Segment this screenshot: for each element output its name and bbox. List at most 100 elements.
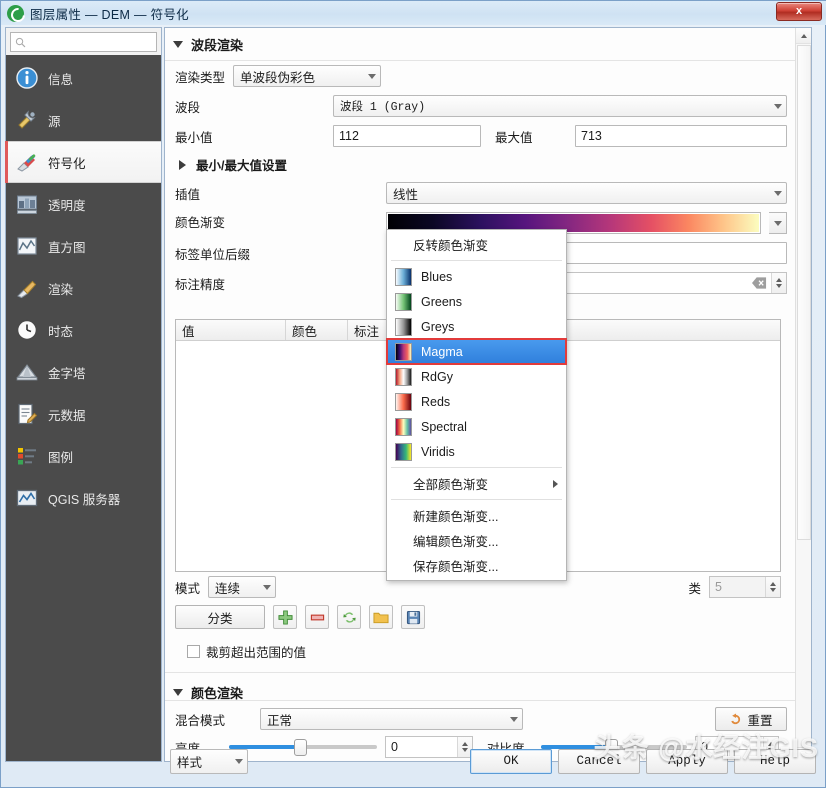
sidebar-item-temporal[interactable]: 时态	[6, 309, 161, 351]
chevron-up-icon	[770, 582, 776, 586]
menu-item-ramp-spectral[interactable]: Spectral	[387, 414, 566, 439]
style-button[interactable]: 样式	[170, 749, 248, 774]
render-type-row: 渲染类型 单波段伪彩色	[165, 61, 797, 91]
apply-button[interactable]: Apply	[646, 749, 728, 774]
classes-stepper[interactable]	[765, 577, 780, 597]
classes-label: 类	[688, 578, 701, 597]
label-precision-stepper[interactable]	[771, 273, 786, 293]
clip-out-of-range-row[interactable]: 裁剪超出范围的值	[175, 636, 316, 661]
menu-item-label: Greys	[421, 320, 454, 334]
mode-value: 连续	[215, 578, 257, 597]
scroll-up-button[interactable]	[796, 28, 812, 44]
help-button[interactable]: Help	[734, 749, 816, 774]
chevron-down-icon	[774, 191, 782, 196]
sidebar-item-pyramids[interactable]: 金字塔	[6, 351, 161, 393]
classes-value: 5	[710, 577, 765, 597]
mode-select[interactable]: 连续	[208, 576, 276, 598]
divider	[165, 700, 797, 701]
search-input[interactable]	[30, 35, 152, 49]
ok-button[interactable]: OK	[470, 749, 552, 774]
sidebar-item-transparency[interactable]: 透明度	[6, 183, 161, 225]
sidebar-item-qgis-server[interactable]: QGIS 服务器	[6, 477, 161, 519]
plus-icon	[278, 610, 293, 625]
minmax-settings-header[interactable]: 最小/最大值设置	[165, 151, 797, 178]
clear-icon[interactable]	[752, 273, 771, 293]
scrollbar-thumb[interactable]	[797, 45, 811, 540]
band-label: 波段	[175, 97, 325, 116]
render-type-select[interactable]: 单波段伪彩色	[233, 65, 381, 87]
band-rendering-group-header[interactable]: 波段渲染	[165, 28, 797, 60]
menu-item-ramp-rdgy[interactable]: RdGy	[387, 364, 566, 389]
menu-item-ramp-viridis[interactable]: Viridis	[387, 439, 566, 464]
band-select[interactable]: 波段 1 (Gray)	[333, 95, 787, 117]
save-icon	[406, 610, 421, 625]
color-rendering-group-header[interactable]: 颜色渲染	[165, 676, 797, 708]
sidebar-item-label: 源	[48, 111, 61, 130]
sidebar-item-information[interactable]: 信息	[6, 57, 161, 99]
menu-item-ramp-magma[interactable]: Magma	[387, 339, 566, 364]
menu-item-new-ramp[interactable]: 新建颜色渐变...	[387, 503, 566, 528]
menu-item-label: 保存颜色渐变...	[413, 556, 498, 575]
sidebar-item-label: 符号化	[48, 153, 86, 172]
divider	[165, 672, 797, 673]
search-box[interactable]	[10, 32, 157, 52]
chevron-down-icon	[774, 221, 782, 226]
clip-checkbox[interactable]	[187, 645, 200, 658]
sidebar-item-histogram[interactable]: 直方图	[6, 225, 161, 267]
vertical-scrollbar[interactable]	[795, 28, 811, 762]
close-icon[interactable]: x	[776, 2, 822, 21]
sidebar-item-rendering[interactable]: 渲染	[6, 267, 161, 309]
sidebar-nav: 信息 源	[6, 55, 161, 519]
menu-item-label: Spectral	[421, 420, 467, 434]
menu-item-ramp-reds[interactable]: Reds	[387, 389, 566, 414]
interpolation-select[interactable]: 线性	[386, 182, 787, 204]
divider	[391, 260, 562, 261]
min-input[interactable]: 112	[333, 125, 481, 147]
menu-item-label: Greens	[421, 295, 462, 309]
menu-item-ramp-greys[interactable]: Greys	[387, 314, 566, 339]
label-precision-label: 标注精度	[175, 274, 378, 293]
save-to-file-button[interactable]	[401, 605, 425, 629]
sidebar-item-label: 金字塔	[48, 363, 86, 382]
sidebar-item-symbology[interactable]: 符号化	[6, 141, 161, 183]
qgis-logo-icon	[7, 5, 24, 22]
color-ramp-dropdown-button[interactable]	[769, 212, 787, 234]
menu-item-save-ramp[interactable]: 保存颜色渐变...	[387, 553, 566, 578]
sidebar-item-source[interactable]: 源	[6, 99, 161, 141]
qgis-server-icon	[14, 485, 40, 511]
chevron-down-icon	[235, 759, 243, 764]
sidebar-item-label: 信息	[48, 69, 73, 88]
titlebar: 图层属性 — DEM — 符号化 x	[1, 1, 826, 25]
minus-icon	[310, 610, 325, 625]
band-row: 波段 波段 1 (Gray)	[165, 91, 797, 121]
sidebar: 信息 源	[5, 27, 162, 762]
classes-spinner[interactable]: 5	[709, 576, 781, 598]
sidebar-item-label: 元数据	[48, 405, 86, 424]
menu-item-all-ramps[interactable]: 全部颜色渐变	[387, 471, 566, 496]
color-ramp-menu[interactable]: 反转颜色渐变 Blues Greens Greys Magma RdGy Red…	[386, 229, 567, 581]
sidebar-item-legend[interactable]: 图例	[6, 435, 161, 477]
classify-button[interactable]: 分类	[175, 605, 265, 629]
min-label: 最小值	[175, 127, 325, 146]
interpolation-row: 插值 线性	[165, 178, 797, 208]
menu-item-edit-ramp[interactable]: 编辑颜色渐变...	[387, 528, 566, 553]
reset-button[interactable]: 重置	[715, 707, 787, 731]
metadata-icon	[14, 401, 40, 427]
pyramid-icon	[14, 359, 40, 385]
add-entry-button[interactable]	[273, 605, 297, 629]
remove-entry-button[interactable]	[305, 605, 329, 629]
menu-item-ramp-greens[interactable]: Greens	[387, 289, 566, 314]
sidebar-item-metadata[interactable]: 元数据	[6, 393, 161, 435]
ramp-swatch-spectral	[395, 418, 412, 436]
cancel-button[interactable]: Cancel	[558, 749, 640, 774]
load-from-layer-button[interactable]	[337, 605, 361, 629]
blend-mode-select[interactable]: 正常	[260, 708, 523, 730]
menu-item-ramp-blues[interactable]: Blues	[387, 264, 566, 289]
load-from-file-button[interactable]	[369, 605, 393, 629]
classify-toolbar: 分类	[175, 605, 425, 629]
chevron-down-icon	[173, 689, 183, 696]
menu-item-invert-ramp[interactable]: 反转颜色渐变	[387, 232, 566, 257]
column-header-value: 值	[176, 320, 286, 340]
ramp-swatch-viridis	[395, 443, 412, 461]
max-input[interactable]: 713	[575, 125, 787, 147]
